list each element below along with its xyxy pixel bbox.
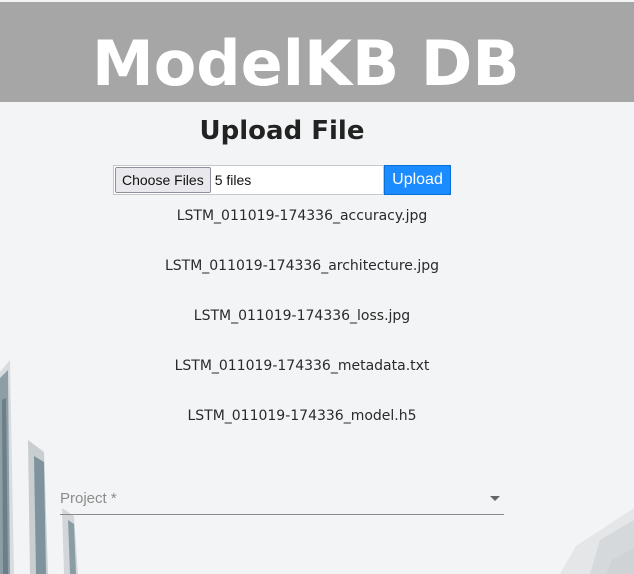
page-title: Upload File xyxy=(199,116,365,146)
list-item: LSTM_011019-174336_loss.jpg xyxy=(193,308,411,324)
upload-form: Choose Files 5 files Upload xyxy=(113,165,451,195)
list-item: LSTM_011019-174336_accuracy.jpg xyxy=(176,208,428,224)
file-input[interactable]: Choose Files 5 files xyxy=(113,165,384,195)
project-select-label: Project * xyxy=(60,490,117,507)
header-banner: ModelKB DB xyxy=(0,2,634,102)
selected-files-list: LSTM_011019-174336_accuracy.jpg LSTM_011… xyxy=(0,206,604,456)
list-item: LSTM_011019-174336_metadata.txt xyxy=(174,358,430,374)
app-title: ModelKB DB xyxy=(92,27,520,100)
upload-button[interactable]: Upload xyxy=(384,165,451,195)
selected-file-count: 5 files xyxy=(214,172,252,188)
chevron-down-icon[interactable] xyxy=(490,496,500,501)
project-select[interactable]: Project * xyxy=(60,486,504,515)
list-item: LSTM_011019-174336_model.h5 xyxy=(187,408,417,424)
list-item: LSTM_011019-174336_architecture.jpg xyxy=(164,258,440,274)
choose-files-button[interactable]: Choose Files xyxy=(115,167,211,193)
